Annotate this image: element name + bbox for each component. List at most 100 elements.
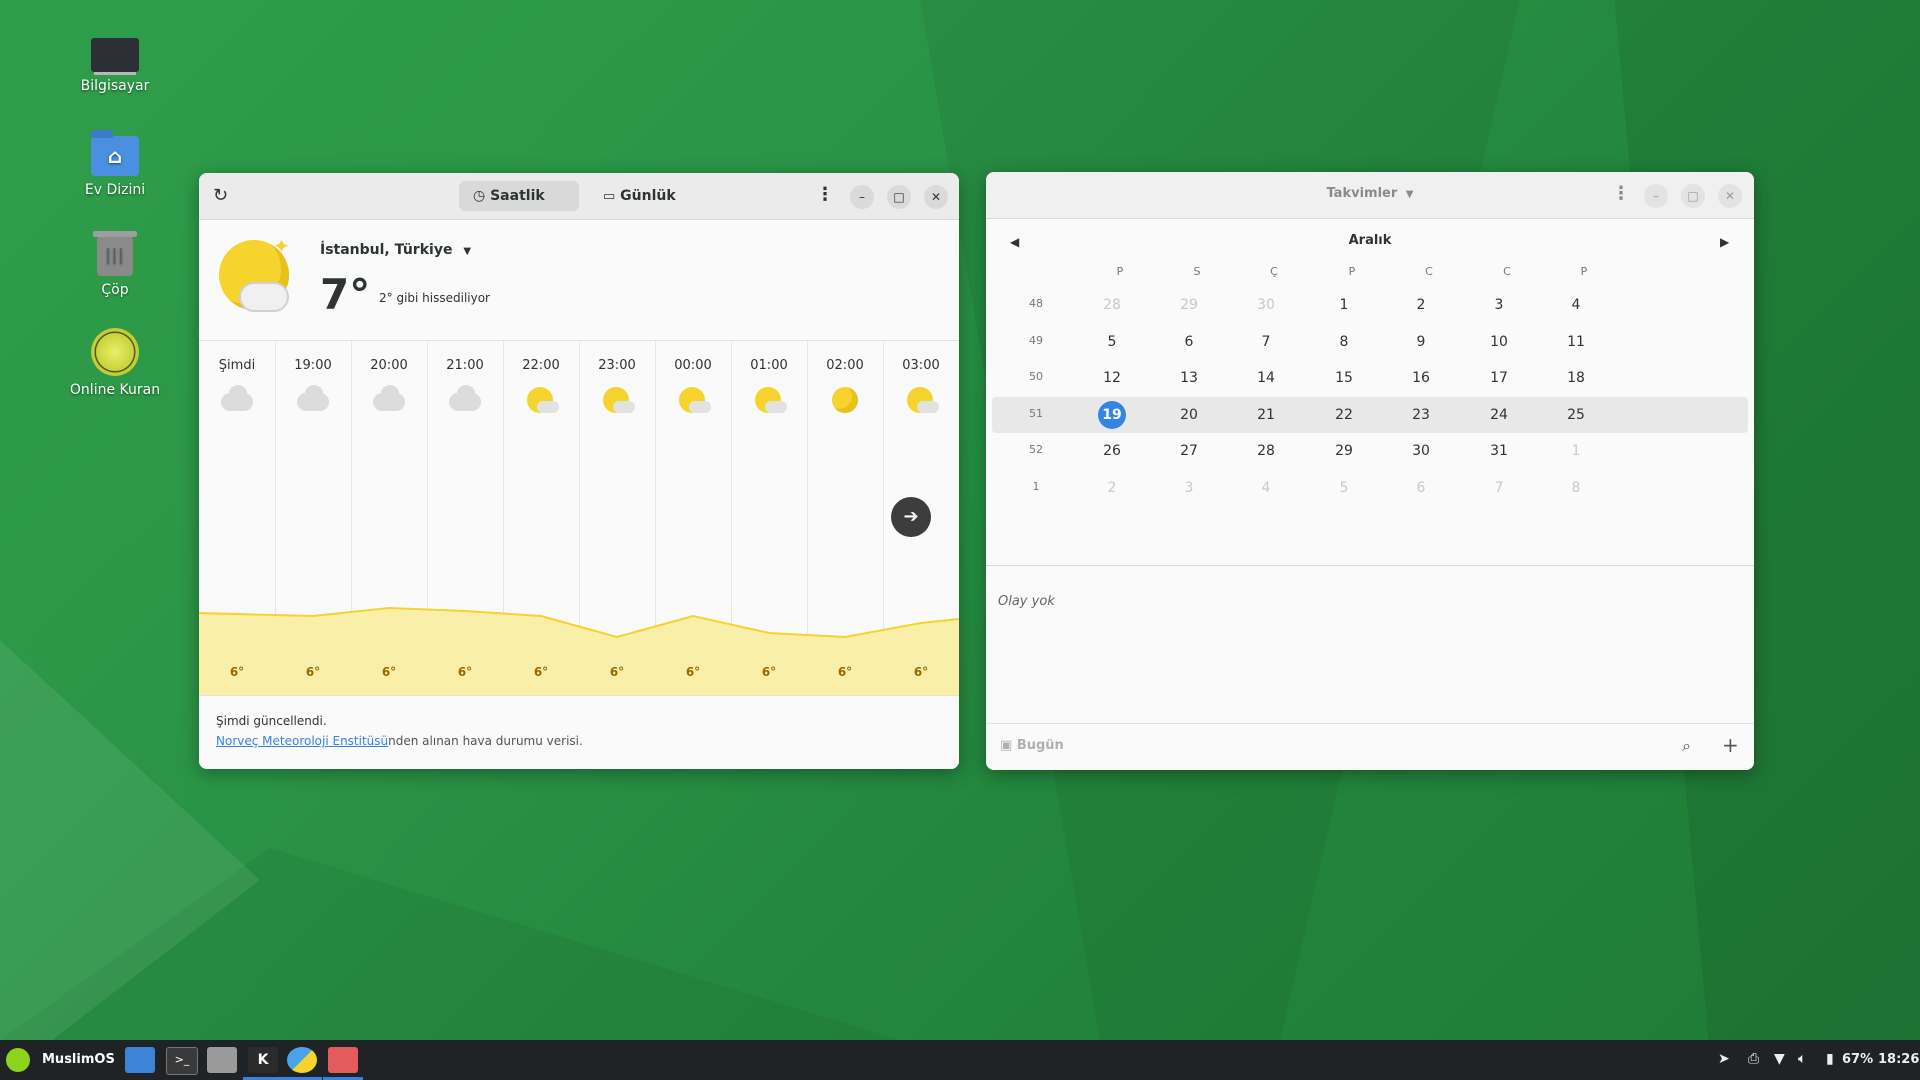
day-cell[interactable]: 10 xyxy=(1483,330,1515,354)
day-cell[interactable]: 22 xyxy=(1328,403,1360,427)
telegram-icon[interactable]: ➤ xyxy=(1718,1051,1730,1067)
menu-dots-icon[interactable]: ⋮ xyxy=(1612,183,1630,204)
day-cell[interactable]: 20 xyxy=(1173,403,1205,427)
day-cell[interactable]: 27 xyxy=(1173,439,1205,463)
menu-dots-icon[interactable]: ⋮ xyxy=(816,184,834,205)
partly-cloudy-night-icon xyxy=(751,385,787,415)
desktop-icon-trash[interactable]: Çöp xyxy=(55,230,175,298)
day-cell[interactable]: 9 xyxy=(1405,330,1437,354)
day-cell[interactable]: 16 xyxy=(1405,366,1437,390)
day-cell[interactable]: 31 xyxy=(1483,439,1515,463)
hour-time: Şimdi xyxy=(218,358,256,373)
night-cloudy-icon: ✦ ✦ xyxy=(219,234,297,318)
day-cell[interactable]: 7 xyxy=(1250,330,1282,354)
minimize-button[interactable]: – xyxy=(1644,184,1668,208)
day-cell[interactable]: 25 xyxy=(1560,403,1592,427)
day-cell[interactable]: 3 xyxy=(1173,476,1205,500)
day-cell[interactable]: 24 xyxy=(1483,403,1515,427)
minimize-button[interactable]: – xyxy=(850,185,874,209)
day-cell[interactable]: 30 xyxy=(1405,439,1437,463)
day-cell[interactable]: 8 xyxy=(1328,330,1360,354)
tab-daily[interactable]: ▭ Günlük xyxy=(589,181,690,211)
hour-time: 01:00 xyxy=(750,358,788,373)
printer-icon[interactable]: ⎙ xyxy=(1748,1051,1759,1067)
day-cell[interactable]: 5 xyxy=(1328,476,1360,500)
day-cell-today[interactable]: 19 xyxy=(1098,400,1126,429)
day-cell[interactable]: 1 xyxy=(1560,439,1592,463)
day-cell[interactable]: 29 xyxy=(1173,293,1205,317)
day-cell[interactable]: 21 xyxy=(1250,403,1282,427)
kiwix-icon[interactable]: K xyxy=(248,1047,278,1073)
no-events-label: Olay yok xyxy=(998,594,1055,609)
os-menu-icon[interactable] xyxy=(6,1048,30,1072)
search-icon[interactable]: ⌕ xyxy=(1682,736,1691,756)
desktop-icon-label: Online Kuran xyxy=(69,382,161,398)
day-cell[interactable]: 23 xyxy=(1405,403,1437,427)
calendars-menu[interactable]: Takvimler ▼ xyxy=(986,186,1754,201)
desktop-icon-home[interactable]: Ev Dizini xyxy=(55,130,175,198)
day-cell[interactable]: 3 xyxy=(1483,293,1515,317)
hour-time: 20:00 xyxy=(370,358,408,373)
day-cell[interactable]: 6 xyxy=(1173,330,1205,354)
add-event-icon[interactable]: + xyxy=(1722,733,1739,757)
hour-temperature: 6° xyxy=(305,665,321,679)
weekday-header: P xyxy=(1116,265,1124,278)
day-cell[interactable]: 7 xyxy=(1483,476,1515,500)
files-icon[interactable] xyxy=(125,1047,155,1073)
day-cell[interactable]: 14 xyxy=(1250,366,1282,390)
maximize-button[interactable]: □ xyxy=(1681,184,1705,208)
day-cell[interactable]: 30 xyxy=(1250,293,1282,317)
desktop-icon-computer[interactable]: Bilgisayar xyxy=(55,30,175,94)
tab-hourly[interactable]: ◷ Saatlik xyxy=(459,181,579,211)
day-cell[interactable]: 12 xyxy=(1096,366,1128,390)
calendar-icon[interactable] xyxy=(328,1047,358,1073)
day-cell[interactable]: 11 xyxy=(1560,330,1592,354)
day-cell[interactable]: 2 xyxy=(1096,476,1128,500)
today-button[interactable]: ▣ Bugün xyxy=(1000,738,1064,753)
day-cell[interactable]: 15 xyxy=(1328,366,1360,390)
maximize-button[interactable]: □ xyxy=(887,185,911,209)
wifi-icon[interactable]: ▼ xyxy=(1774,1051,1785,1067)
volume-icon[interactable]: 🔈︎ xyxy=(1798,1051,1806,1067)
day-cell[interactable]: 13 xyxy=(1173,366,1205,390)
hour-time: 22:00 xyxy=(522,358,560,373)
week-row: 1 2 3 4 5 6 7 8 xyxy=(992,470,1748,506)
clock[interactable]: 18:26 xyxy=(1878,1052,1919,1067)
source-link[interactable]: Norveç Meteoroloji Enstitüsü xyxy=(216,734,388,748)
day-cell[interactable]: 6 xyxy=(1405,476,1437,500)
day-cell[interactable]: 8 xyxy=(1560,476,1592,500)
day-cell[interactable]: 18 xyxy=(1560,366,1592,390)
os-menu-label[interactable]: MuslimOS xyxy=(42,1052,115,1067)
dropdown-arrow-icon: ▼ xyxy=(463,246,472,257)
day-cell[interactable]: 28 xyxy=(1250,439,1282,463)
day-cell[interactable]: 26 xyxy=(1096,439,1128,463)
day-cell[interactable]: 2 xyxy=(1405,293,1437,317)
next-month-icon[interactable]: ▶ xyxy=(1720,235,1729,249)
computer-icon xyxy=(91,38,139,72)
battery-icon[interactable]: ▮ xyxy=(1826,1051,1834,1067)
hour-temperature: 6° xyxy=(685,665,701,679)
day-cell[interactable]: 28 xyxy=(1096,293,1128,317)
day-cell[interactable]: 17 xyxy=(1483,366,1515,390)
archive-icon[interactable] xyxy=(207,1047,237,1073)
day-cell[interactable]: 1 xyxy=(1328,293,1360,317)
location-selector[interactable]: İstanbul, Türkiye ▼ xyxy=(320,242,471,258)
hour-time: 23:00 xyxy=(598,358,636,373)
hour-temperature: 6° xyxy=(381,665,397,679)
day-cell[interactable]: 4 xyxy=(1560,293,1592,317)
weekday-header: P xyxy=(1348,265,1356,278)
hour-column: 00:00 6° xyxy=(655,341,732,695)
refresh-icon[interactable]: ↻ xyxy=(213,185,228,206)
weather-icon[interactable] xyxy=(287,1047,317,1073)
weekday-header: P xyxy=(1580,265,1588,278)
day-cell[interactable]: 5 xyxy=(1096,330,1128,354)
weather-footer: Şimdi güncellendi. Norveç Meteoroloji En… xyxy=(199,695,959,769)
day-cell[interactable]: 29 xyxy=(1328,439,1360,463)
terminal-icon[interactable]: >_ xyxy=(166,1047,198,1075)
close-button[interactable]: ✕ xyxy=(924,185,948,209)
scroll-right-button[interactable]: ➔ xyxy=(891,497,931,537)
weekday-header: C xyxy=(1425,265,1433,278)
close-button[interactable]: ✕ xyxy=(1718,184,1742,208)
desktop-icon-quran[interactable]: Online Kuran xyxy=(55,328,175,398)
day-cell[interactable]: 4 xyxy=(1250,476,1282,500)
